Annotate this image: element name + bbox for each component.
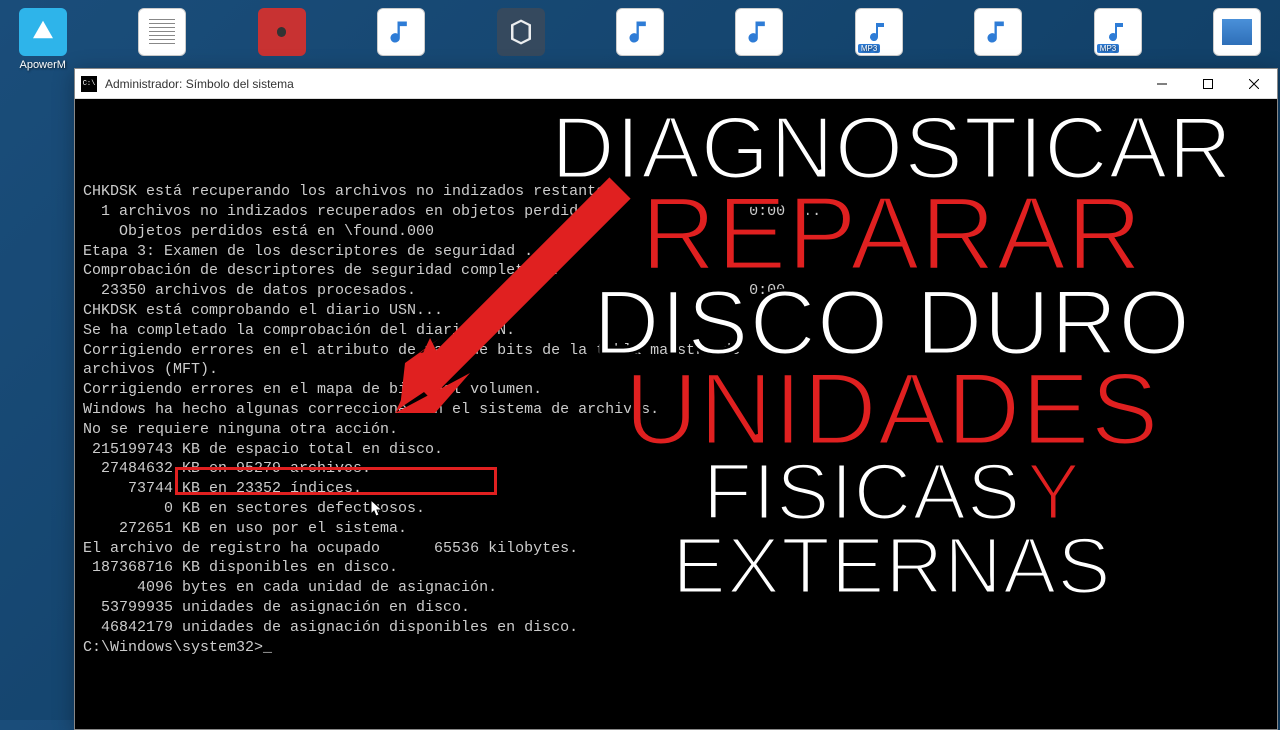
terminal-line: Corrigiendo errores en el atributo de ma… <box>83 341 1269 361</box>
media-icon <box>258 8 306 56</box>
document-icon <box>138 8 186 56</box>
desktop-icon-document[interactable] <box>133 8 190 71</box>
terminal-line: El archivo de registro ha ocupado 65536 … <box>83 539 1269 559</box>
audio-icon <box>735 8 783 56</box>
maximize-button[interactable] <box>1185 69 1231 98</box>
terminal-line: CHKDSK está comprobando el diario USN... <box>83 301 1269 321</box>
terminal-line: 27484632 KB en 95279 archivos. <box>83 459 1269 479</box>
mp3-icon: MP3 <box>855 8 903 56</box>
cmd-system-icon <box>81 76 97 92</box>
desktop-icon-audio-2[interactable] <box>611 8 668 71</box>
virtualbox-icon <box>497 8 545 56</box>
terminal-line: 0 KB en sectores defectuosos. <box>83 499 1269 519</box>
window-titlebar[interactable]: Administrador: Símbolo del sistema <box>75 69 1277 99</box>
terminal-line: 1 archivos no indizados recuperados en o… <box>83 202 1269 222</box>
terminal-line: Comprobación de descriptores de segurida… <box>83 261 1269 281</box>
terminal-line: Se ha completado la comprobación del dia… <box>83 321 1269 341</box>
command-prompt-window: Administrador: Símbolo del sistema CHKDS… <box>74 68 1278 730</box>
terminal-output[interactable]: CHKDSK está recuperando los archivos no … <box>75 99 1277 729</box>
terminal-line: 187368716 KB disponibles en disco. <box>83 558 1269 578</box>
terminal-line: archivos (MFT). <box>83 360 1269 380</box>
terminal-line: 46842179 unidades de asignación disponib… <box>83 618 1269 638</box>
minimize-button[interactable] <box>1139 69 1185 98</box>
terminal-line: Objetos perdidos está en \found.000 <box>83 222 1269 242</box>
desktop-icon-media[interactable] <box>253 8 310 71</box>
terminal-line: No se requiere ninguna otra acción. <box>83 420 1269 440</box>
audio-icon <box>377 8 425 56</box>
terminal-line: Etapa 3: Examen de los descriptores de s… <box>83 242 1269 262</box>
desktop-icon-virtualbox[interactable] <box>492 8 549 71</box>
desktop-icon-mp3-1[interactable]: MP3 <box>850 8 907 71</box>
terminal-line: 272651 KB en uso por el sistema. <box>83 519 1269 539</box>
terminal-line: Corrigiendo errores en el mapa de bits d… <box>83 380 1269 400</box>
app-icon <box>19 8 67 56</box>
desktop-icon-video[interactable] <box>1209 8 1266 71</box>
desktop-icon-audio-4[interactable] <box>970 8 1027 71</box>
terminal-line: C:\Windows\system32>_ <box>83 638 1269 658</box>
icon-label: ApowerM <box>19 59 65 71</box>
video-icon <box>1213 8 1261 56</box>
mp3-icon: MP3 <box>1094 8 1142 56</box>
desktop-icon-audio-1[interactable] <box>372 8 429 71</box>
terminal-line: Windows ha hecho algunas correcciones en… <box>83 400 1269 420</box>
close-button[interactable] <box>1231 69 1277 98</box>
terminal-line: 4096 bytes en cada unidad de asignación. <box>83 578 1269 598</box>
terminal-line: CHKDSK está recuperando los archivos no … <box>83 182 1269 202</box>
audio-icon <box>974 8 1022 56</box>
terminal-line: 73744 KB en 23352 índices. <box>83 479 1269 499</box>
terminal-line: 215199743 KB de espacio total en disco. <box>83 440 1269 460</box>
desktop-icon-audio-3[interactable] <box>731 8 788 71</box>
audio-icon <box>616 8 664 56</box>
desktop-icon-apowermirror[interactable]: ApowerM <box>14 8 71 71</box>
desktop-icon-mp3-2[interactable]: MP3 <box>1089 8 1146 71</box>
window-controls <box>1139 69 1277 98</box>
terminal-line: 23350 archivos de datos procesados. 0:00 <box>83 281 1269 301</box>
terminal-line: 53799935 unidades de asignación en disco… <box>83 598 1269 618</box>
window-title: Administrador: Símbolo del sistema <box>105 77 1139 91</box>
